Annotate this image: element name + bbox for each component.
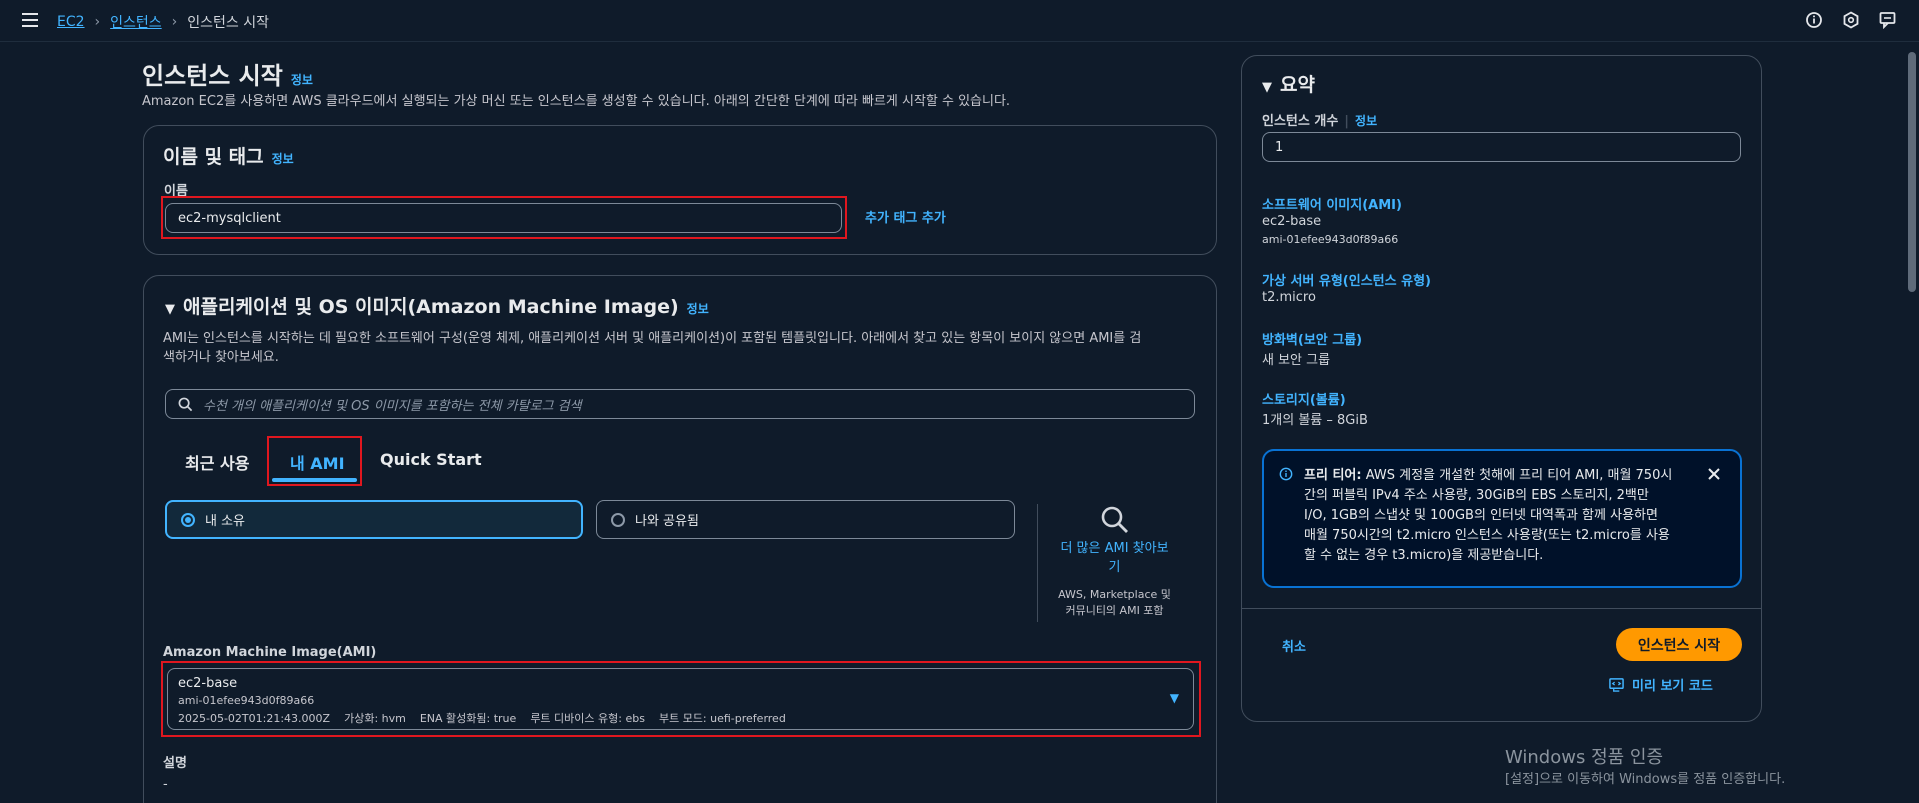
- instance-count-input[interactable]: 1: [1262, 132, 1741, 162]
- summary-instance-type: t2.micro: [1262, 290, 1316, 305]
- chevron-right-icon: ›: [171, 14, 178, 30]
- summary-ami-link[interactable]: 소프트웨어 이미지(AMI): [1262, 194, 1402, 213]
- ami-search-input[interactable]: 수천 개의 애플리케이션 및 OS 이미지를 포함하는 전체 카탈로그 검색: [165, 389, 1195, 419]
- code-preview-icon: [1609, 678, 1624, 692]
- info-link[interactable]: 정보: [687, 302, 709, 316]
- info-icon[interactable]: [1805, 11, 1823, 29]
- page-subtitle: Amazon EC2를 사용하면 AWS 클라우드에서 실행되는 가상 머신 또…: [142, 94, 1011, 109]
- close-icon[interactable]: [1707, 467, 1721, 481]
- shared-with-me-option[interactable]: 나와 공유됨: [596, 500, 1015, 539]
- summary-firewall-link[interactable]: 방화벽(보안 그룹): [1262, 329, 1362, 348]
- info-link[interactable]: 정보: [1355, 114, 1377, 128]
- summary-firewall: 새 보안 그룹: [1262, 353, 1331, 368]
- search-icon: [178, 397, 193, 411]
- divider: [1037, 504, 1038, 622]
- launch-instance-button[interactable]: 인스턴스 시작: [1616, 628, 1742, 661]
- info-link[interactable]: 정보: [272, 152, 294, 166]
- free-tier-alert: 프리 티어: AWS 계정을 개설한 첫해에 프리 티어 AMI, 매월 750…: [1262, 449, 1742, 588]
- settings-hexagon-icon[interactable]: [1842, 11, 1860, 29]
- feedback-icon[interactable]: [1879, 11, 1897, 29]
- tab-quick-start[interactable]: Quick Start: [380, 450, 482, 469]
- breadcrumb-current: 인스턴스 시작: [187, 15, 270, 31]
- summary-storage: 1개의 볼륨 – 8GiB: [1262, 413, 1368, 428]
- instance-count-label: 인스턴스 개수 | 정보: [1262, 114, 1378, 129]
- highlight-box: [161, 661, 1201, 737]
- ami-description: AMI는 인스턴스를 시작하는 데 필요한 소프트웨어 구성(운영 체제, 애플…: [163, 331, 1142, 365]
- page-title: 인스턴스 시작 정보: [142, 62, 313, 90]
- windows-activation-subtitle: [설정]으로 이동하여 Windows를 정품 인증합니다.: [1505, 772, 1786, 787]
- radio-unselected: [611, 512, 625, 527]
- browse-more-ami-link[interactable]: 더 많은 AMI 찾아보 기: [1052, 539, 1177, 577]
- name-tags-title: 이름 및 태그 정보: [163, 146, 294, 168]
- info-link[interactable]: 정보: [291, 73, 313, 87]
- cancel-button[interactable]: 취소: [1282, 636, 1306, 655]
- top-navigation-bar: EC2 › 인스턴스 › 인스턴스 시작: [0, 0, 1919, 42]
- caret-down-icon: ▼: [165, 302, 175, 317]
- highlight-box: [161, 196, 847, 239]
- add-tag-button[interactable]: 추가 태그 추가: [865, 207, 946, 226]
- breadcrumb-ec2-link[interactable]: EC2: [57, 14, 85, 30]
- highlight-box: [267, 436, 362, 486]
- summary-ami-id: ami-01efee943d0f89a66: [1262, 233, 1399, 246]
- info-icon: [1279, 467, 1293, 481]
- menu-icon[interactable]: [22, 13, 38, 27]
- scrollbar[interactable]: [1905, 42, 1919, 803]
- preview-code-button[interactable]: 미리 보기 코드: [1609, 675, 1713, 694]
- browse-more-subtext: AWS, Marketplace 및 커뮤니티의 AMI 포함: [1058, 588, 1171, 617]
- description-value: -: [163, 777, 168, 792]
- breadcrumb: EC2 › 인스턴스 › 인스턴스 시작: [57, 12, 269, 32]
- ami-label: Amazon Machine Image(AMI): [163, 645, 377, 660]
- search-icon[interactable]: [1100, 505, 1130, 535]
- summary-title[interactable]: ▼ 요약: [1262, 70, 1315, 97]
- description-label: 설명: [163, 756, 187, 771]
- radio-selected: [181, 512, 195, 527]
- summary-storage-link[interactable]: 스토리지(볼륨): [1262, 389, 1346, 408]
- breadcrumb-instances-link[interactable]: 인스턴스: [110, 12, 162, 32]
- caret-down-icon: ▼: [1262, 80, 1272, 95]
- chevron-right-icon: ›: [94, 14, 101, 30]
- ami-section-title[interactable]: ▼ 애플리케이션 및 OS 이미지(Amazon Machine Image) 정보: [165, 292, 709, 319]
- summary-instance-type-link[interactable]: 가상 서버 유형(인스턴스 유형): [1262, 270, 1431, 289]
- windows-activation-title: Windows 정품 인증: [1505, 747, 1664, 768]
- tab-recent[interactable]: 최근 사용: [185, 450, 249, 474]
- search-placeholder: 수천 개의 애플리케이션 및 OS 이미지를 포함하는 전체 카탈로그 검색: [203, 398, 582, 414]
- free-tier-text: 프리 티어: AWS 계정을 개설한 첫해에 프리 티어 AMI, 매월 750…: [1304, 468, 1673, 563]
- divider: [1242, 608, 1761, 609]
- summary-ami-name: ec2-base: [1262, 214, 1322, 229]
- owned-by-me-option[interactable]: 내 소유: [165, 500, 583, 539]
